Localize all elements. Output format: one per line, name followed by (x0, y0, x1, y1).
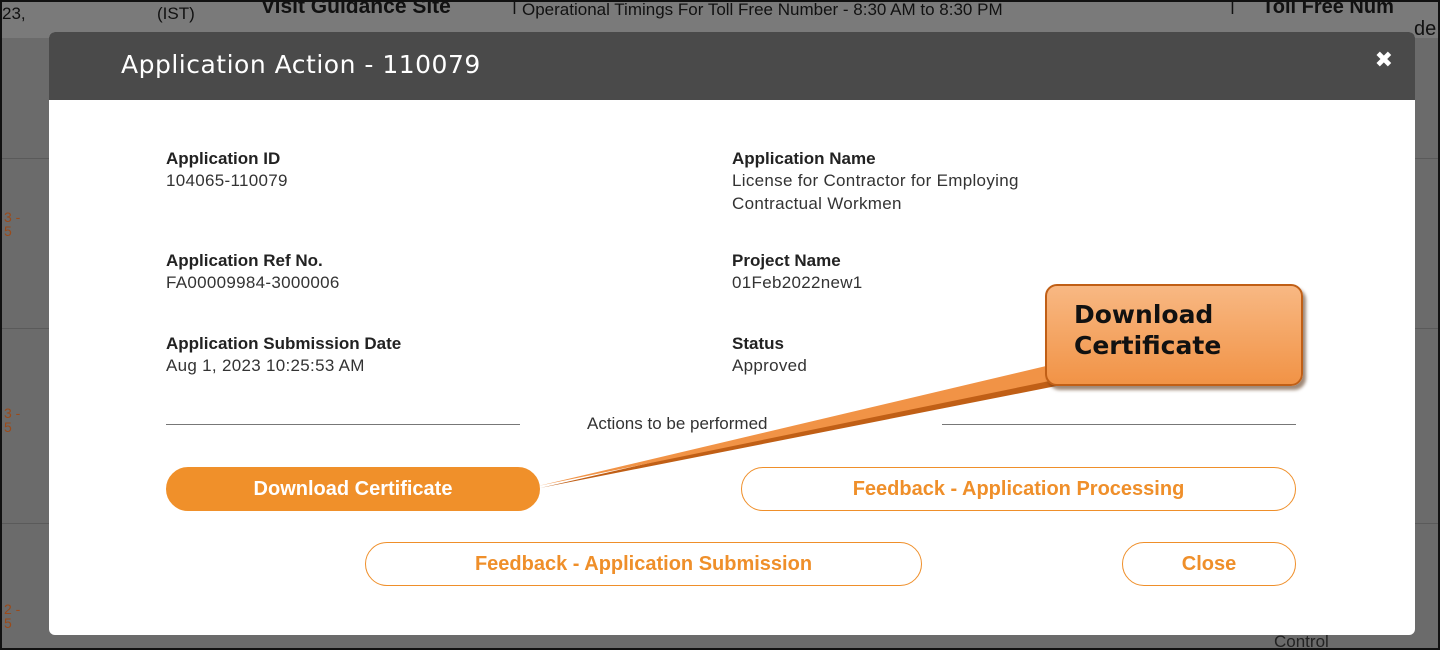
close-icon[interactable]: ✖ (1375, 48, 1393, 73)
field-project-name: Project Name 01Feb2022new1 (732, 251, 863, 294)
field-label: Status (732, 334, 784, 353)
field-application-ref-no: Application Ref No. FA00009984-3000006 (166, 251, 340, 294)
field-label: Project Name (732, 251, 841, 270)
bg-time: 23, (2, 4, 26, 23)
modal-header: Application Action - 110079 ✖ (49, 32, 1415, 100)
modal-title: Application Action - 110079 (121, 50, 481, 79)
screenshot-frame: 23, (IST) Visit Guidance Site | Operatio… (0, 0, 1440, 650)
feedback-submission-button[interactable]: Feedback - Application Submission (365, 542, 922, 586)
field-value-line2: Contractual Workmen (732, 194, 902, 213)
feedback-processing-button[interactable]: Feedback - Application Processing (741, 467, 1296, 511)
guidance-link[interactable]: Visit Guidance Site (261, 2, 451, 19)
callout-line-1: Download (1074, 300, 1214, 329)
bg-divider-2: | (1230, 0, 1235, 15)
bg-row-mark: 3 -5 (4, 209, 21, 239)
field-value: License for Contractor for Employing (732, 171, 1019, 190)
status-value: Approved (732, 356, 808, 375)
field-value: FA00009984-3000006 (166, 273, 340, 292)
field-application-name: Application Name License for Contractor … (732, 149, 1019, 215)
download-certificate-button[interactable]: Download Certificate (166, 467, 540, 511)
bg-row-mark: 3 -5 (4, 405, 21, 435)
field-value: 01Feb2022new1 (732, 273, 863, 292)
bg-divider: | (512, 0, 517, 15)
timings-text: Operational Timings For Toll Free Number… (522, 0, 1003, 19)
field-label: Application ID (166, 149, 281, 168)
field-status: Status Approved (732, 334, 807, 377)
actions-label: Actions to be performed (587, 414, 768, 433)
field-value: Aug 1, 2023 10:25:53 AM (166, 356, 365, 375)
field-label: Application Name (732, 149, 876, 168)
toll-free-text: Toll Free Num (1262, 0, 1394, 18)
field-application-id: Application ID 104065-110079 (166, 149, 288, 192)
download-certificate-callout: Download Certificate (1045, 284, 1303, 386)
divider-right (942, 424, 1296, 425)
bg-row-mark: 2 -5 (4, 601, 21, 631)
field-label: Application Ref No. (166, 251, 323, 270)
close-button[interactable]: Close (1122, 542, 1296, 586)
callout-line-2: Certificate (1074, 331, 1222, 360)
field-label: Application Submission Date (166, 334, 402, 353)
field-submission-date: Application Submission Date Aug 1, 2023 … (166, 334, 401, 377)
field-value: 104065-110079 (166, 171, 288, 190)
bg-ist: (IST) (157, 4, 195, 23)
divider-left (166, 424, 520, 425)
